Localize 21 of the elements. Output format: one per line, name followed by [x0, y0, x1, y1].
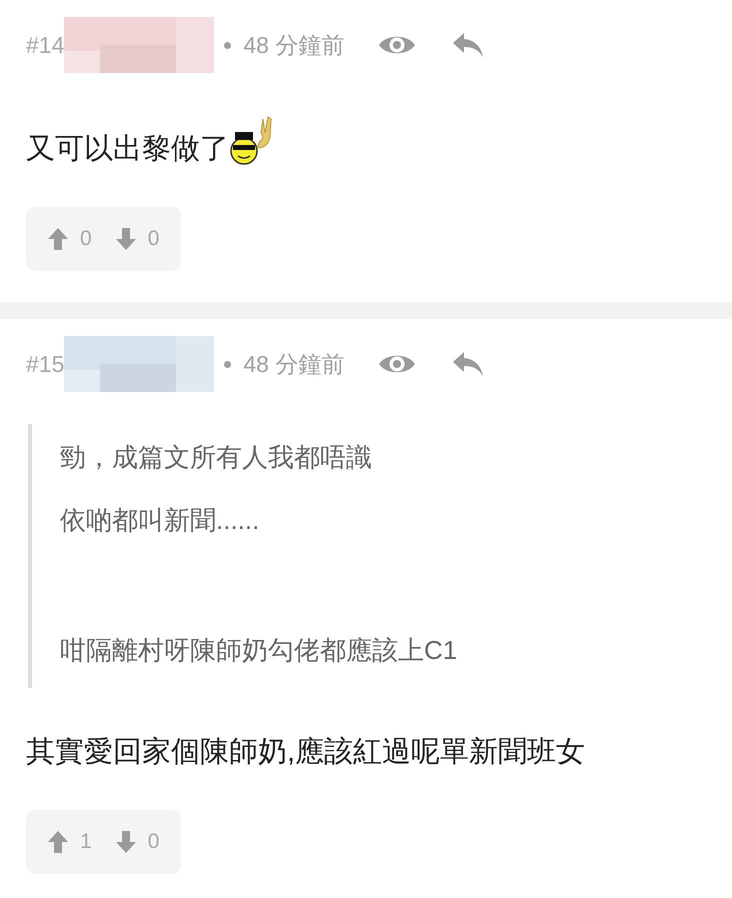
post-time: 48 分鐘前 [243, 350, 344, 378]
post-text: 其實愛回家個陳師奶,應該紅過呢單新聞班女 [26, 735, 586, 770]
post-time: 48 分鐘前 [243, 30, 344, 60]
quote-line: 咁隔離村呀陳師奶勾佬都應該上C1 [60, 634, 458, 667]
separator-dot [224, 360, 232, 368]
down-arrow-icon [116, 228, 136, 250]
up-arrow-icon [48, 228, 68, 250]
up-arrow-icon [48, 831, 68, 853]
downvote-button[interactable]: 0 [116, 227, 160, 251]
separator-dot [224, 42, 232, 48]
quote-line: 依啲都叫新聞...... [60, 504, 260, 537]
reply-icon[interactable] [452, 351, 484, 377]
down-arrow-icon [116, 831, 136, 853]
post-number: #14 [26, 32, 64, 58]
post-number: #15 [26, 350, 64, 378]
post-text: 又可以出黎做了 [26, 132, 229, 167]
downvote-button[interactable]: 0 [116, 830, 160, 854]
upvote-button[interactable]: 0 [48, 227, 92, 251]
reply-icon[interactable] [452, 32, 484, 58]
quote-line: 勁，成篇文所有人我都唔識 [60, 441, 373, 474]
upvote-button[interactable]: 1 [48, 830, 92, 854]
